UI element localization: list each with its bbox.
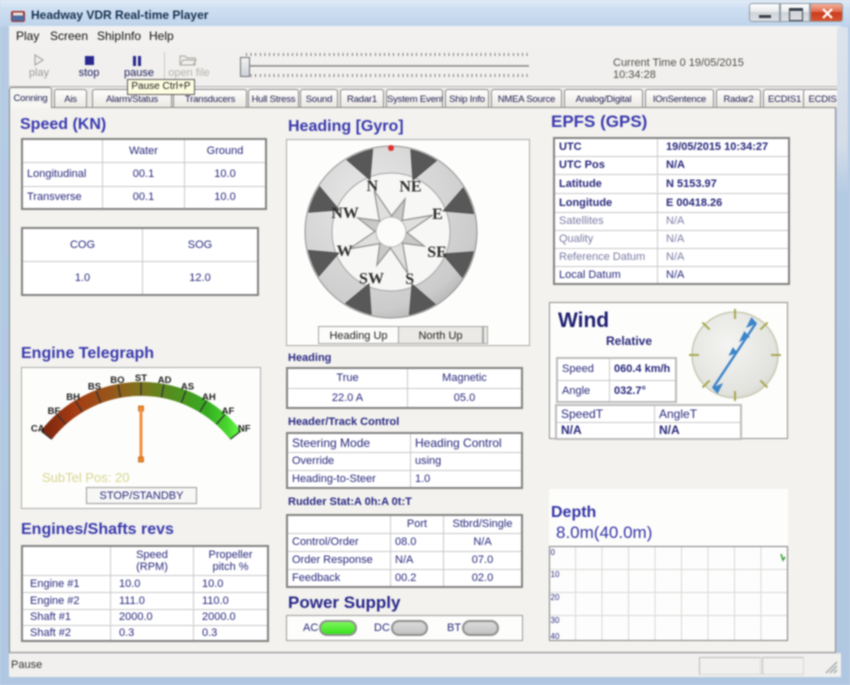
- svg-text:AD: AD: [158, 375, 172, 386]
- svg-text:10: 10: [551, 570, 560, 579]
- svg-text:E: E: [432, 206, 443, 223]
- svg-text:BF: BF: [48, 406, 61, 417]
- svg-text:NE: NE: [399, 179, 421, 196]
- svg-text:SW: SW: [359, 271, 384, 288]
- svg-text:AF: AF: [222, 406, 235, 417]
- svg-text:0: 0: [551, 548, 556, 557]
- svg-text:20: 20: [551, 593, 560, 602]
- svg-text:N: N: [367, 178, 379, 195]
- svg-text:ST: ST: [135, 373, 147, 384]
- svg-text:S: S: [405, 271, 414, 288]
- svg-text:BS: BS: [88, 382, 101, 393]
- svg-text:AH: AH: [202, 392, 216, 403]
- svg-text:CA: CA: [31, 423, 45, 434]
- svg-text:W: W: [337, 243, 353, 260]
- svg-text:SE: SE: [427, 244, 447, 261]
- svg-text:NF: NF: [238, 423, 251, 434]
- svg-text:30: 30: [551, 616, 560, 625]
- svg-text:BH: BH: [66, 392, 80, 403]
- svg-text:40: 40: [551, 632, 560, 641]
- svg-text:NW: NW: [331, 205, 359, 222]
- svg-text:AS: AS: [181, 382, 194, 393]
- svg-text:BO: BO: [110, 375, 124, 386]
